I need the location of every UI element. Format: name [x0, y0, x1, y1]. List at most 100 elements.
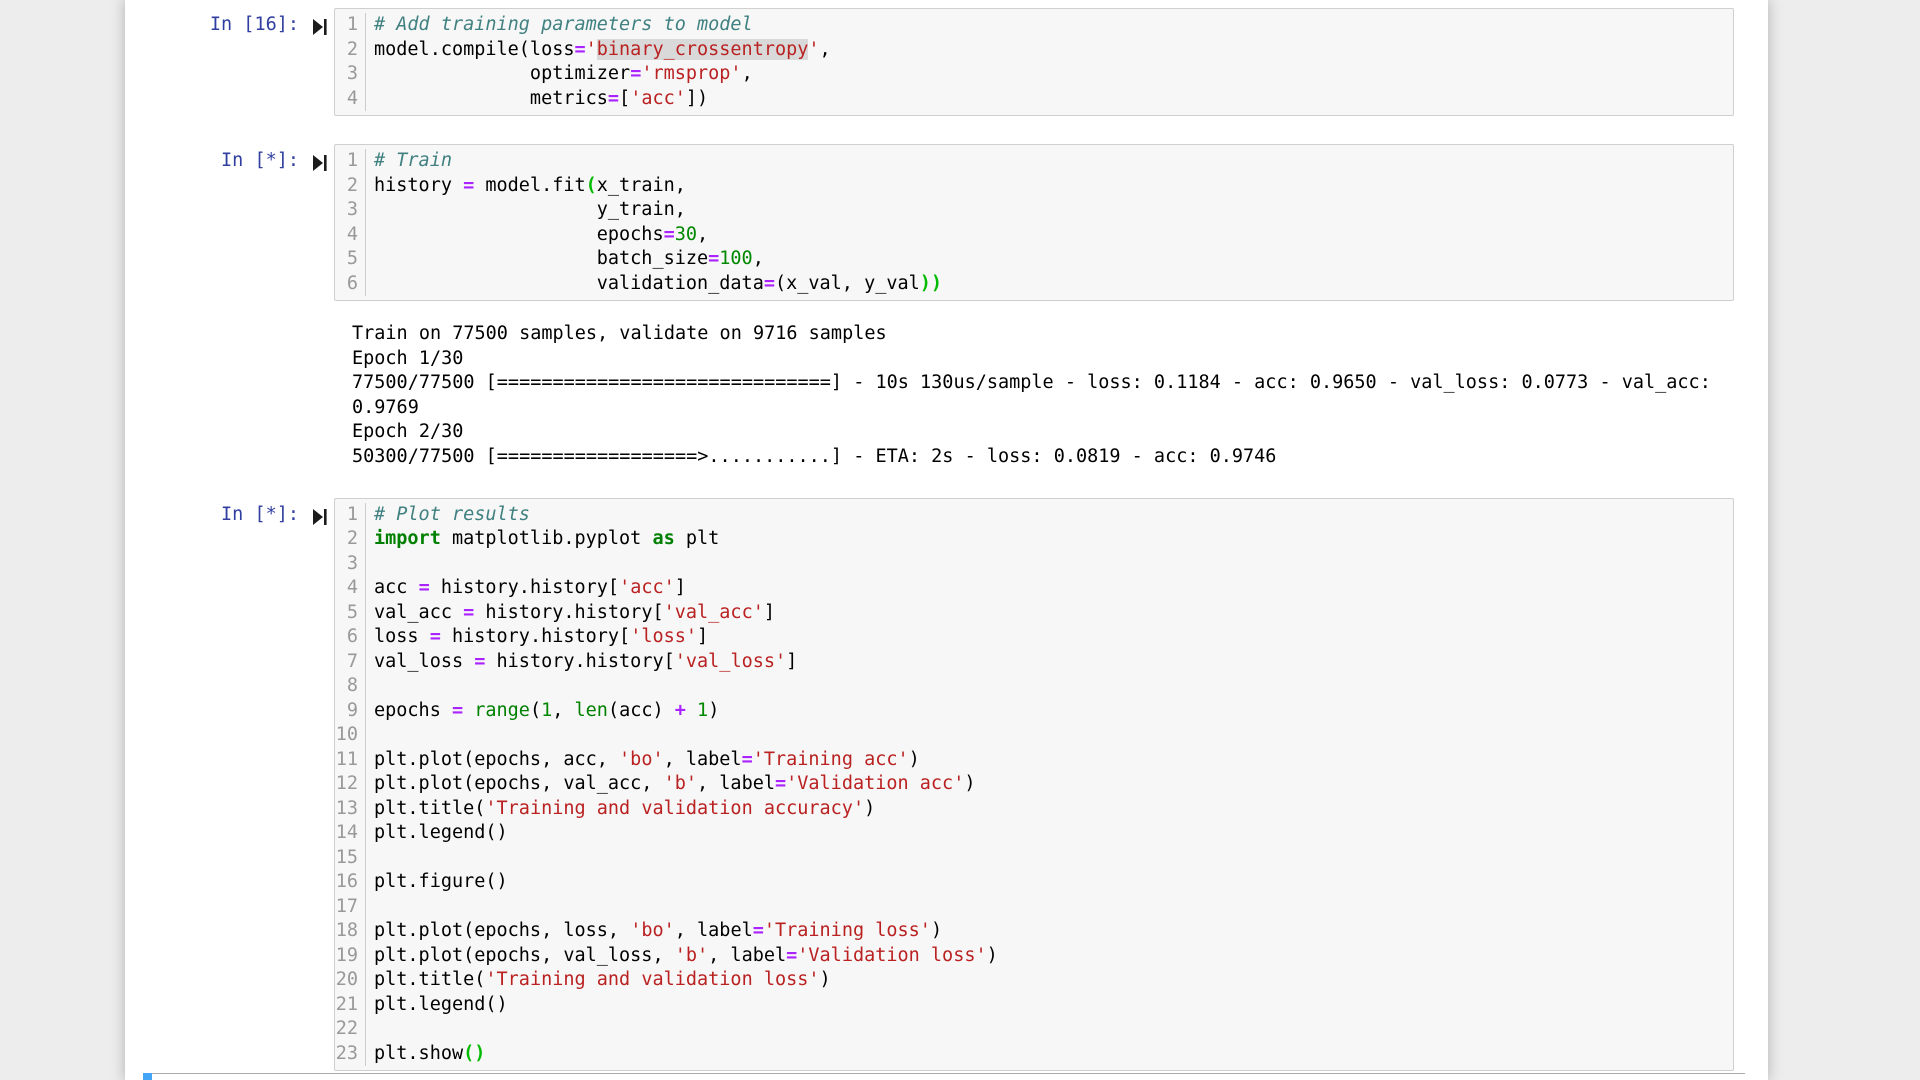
code-line: 3 — [335, 552, 1733, 577]
code-line: 4 epochs=30, — [335, 223, 1733, 248]
code-text — [366, 846, 374, 871]
code-text: batch_size=100, — [366, 247, 764, 272]
code-line: 5 batch_size=100, — [335, 247, 1733, 272]
code-editor[interactable]: 1# Add training parameters to model2mode… — [334, 8, 1734, 116]
code-text: metrics=['acc']) — [366, 87, 708, 112]
code-text: plt.plot(epochs, val_acc, 'b', label='Va… — [366, 772, 975, 797]
code-line: 3 y_train, — [335, 198, 1733, 223]
code-text — [366, 552, 374, 577]
line-number: 1 — [335, 503, 366, 528]
line-number: 4 — [335, 223, 366, 248]
line-number: 15 — [335, 846, 366, 871]
line-number: 2 — [335, 174, 366, 199]
run-cell-icon[interactable] — [311, 152, 329, 174]
code-line: 6 validation_data=(x_val, y_val)) — [335, 272, 1733, 297]
code-line: 21plt.legend() — [335, 993, 1733, 1018]
code-text: plt.title('Training and validation accur… — [366, 797, 875, 822]
code-text — [366, 674, 374, 699]
cell-2[interactable]: In [*]:1# Train2history = model.fit(x_tr… — [143, 144, 1734, 470]
selected-cell-left-bar — [143, 1073, 152, 1080]
code-text: # Train — [366, 149, 452, 174]
line-number: 7 — [335, 650, 366, 675]
run-cell-icon[interactable] — [311, 16, 329, 38]
code-text: history = model.fit(x_train, — [366, 174, 686, 199]
code-line: 7val_loss = history.history['val_loss'] — [335, 650, 1733, 675]
code-text — [366, 895, 374, 920]
code-text: val_acc = history.history['val_acc'] — [366, 601, 775, 626]
code-line: 18plt.plot(epochs, loss, 'bo', label='Tr… — [335, 919, 1733, 944]
code-line: 16plt.figure() — [335, 870, 1733, 895]
line-number: 16 — [335, 870, 366, 895]
code-text — [366, 723, 374, 748]
run-cell-icon[interactable] — [311, 506, 329, 528]
line-number: 13 — [335, 797, 366, 822]
code-line: 23plt.show() — [335, 1042, 1733, 1067]
cell-list: In [16]:1# Add training parameters to mo… — [143, 8, 1734, 1071]
next-cell-selected[interactable] — [143, 1073, 1745, 1080]
line-number: 19 — [335, 944, 366, 969]
line-number: 11 — [335, 748, 366, 773]
code-line: 2model.compile(loss='binary_crossentropy… — [335, 38, 1733, 63]
code-line: 22 — [335, 1017, 1733, 1042]
line-number: 1 — [335, 149, 366, 174]
code-line: 12plt.plot(epochs, val_acc, 'b', label='… — [335, 772, 1733, 797]
code-line: 15 — [335, 846, 1733, 871]
code-text: plt.plot(epochs, loss, 'bo', label='Trai… — [366, 919, 942, 944]
code-line: 1# Train — [335, 149, 1733, 174]
code-text: plt.plot(epochs, acc, 'bo', label='Train… — [366, 748, 920, 773]
line-number: 6 — [335, 625, 366, 650]
line-number: 3 — [335, 62, 366, 87]
code-text: plt.legend() — [366, 821, 508, 846]
code-line: 1# Add training parameters to model — [335, 13, 1733, 38]
code-text: plt.legend() — [366, 993, 508, 1018]
prompt-area: In [*]: — [143, 498, 334, 1072]
line-number: 2 — [335, 527, 366, 552]
code-cell-row: In [16]: 1# Add training parameters to mo… — [143, 8, 1734, 116]
code-line: 3 optimizer='rmsprop', — [335, 62, 1733, 87]
line-number: 8 — [335, 674, 366, 699]
line-number: 9 — [335, 699, 366, 724]
line-number: 5 — [335, 601, 366, 626]
code-text: plt.figure() — [366, 870, 508, 895]
code-text: plt.plot(epochs, val_loss, 'b', label='V… — [366, 944, 998, 969]
line-number: 2 — [335, 38, 366, 63]
code-line: 6loss = history.history['loss'] — [335, 625, 1733, 650]
cell-1[interactable]: In [16]: 1# Add training parameters to mo… — [143, 8, 1734, 116]
line-number: 3 — [335, 552, 366, 577]
code-text: loss = history.history['loss'] — [366, 625, 708, 650]
line-number: 22 — [335, 1017, 366, 1042]
code-cell-row: In [*]:1# Train2history = model.fit(x_tr… — [143, 144, 1734, 301]
code-text: optimizer='rmsprop', — [366, 62, 753, 87]
code-text: val_loss = history.history['val_loss'] — [366, 650, 797, 675]
code-line: 10 — [335, 723, 1733, 748]
code-line: 4 metrics=['acc']) — [335, 87, 1733, 112]
cell-output-text: Train on 77500 samples, validate on 9716… — [352, 322, 1734, 470]
line-number: 23 — [335, 1042, 366, 1067]
code-line: 4acc = history.history['acc'] — [335, 576, 1733, 601]
code-text: # Add training parameters to model — [366, 13, 753, 38]
line-number: 10 — [335, 723, 366, 748]
code-line: 8 — [335, 674, 1733, 699]
code-line: 14plt.legend() — [335, 821, 1733, 846]
code-editor[interactable]: 1# Plot results2import matplotlib.pyplot… — [334, 498, 1734, 1072]
code-text: plt.show() — [366, 1042, 485, 1067]
code-line: 1# Plot results — [335, 503, 1733, 528]
code-text — [366, 1017, 374, 1042]
code-cell-row: In [*]: 1# Plot results2import matplotlib… — [143, 498, 1734, 1072]
input-prompt: In [*]: — [221, 503, 311, 528]
input-prompt: In [16]: — [210, 13, 311, 38]
cell-3[interactable]: In [*]: 1# Plot results2import matplotlib… — [143, 498, 1734, 1072]
code-line: 9epochs = range(1, len(acc) + 1) — [335, 699, 1733, 724]
prompt-area: In [16]: — [143, 8, 334, 116]
line-number: 5 — [335, 247, 366, 272]
code-editor[interactable]: 1# Train2history = model.fit(x_train,3 y… — [334, 144, 1734, 301]
line-number: 3 — [335, 198, 366, 223]
code-line: 2import matplotlib.pyplot as plt — [335, 527, 1733, 552]
notebook-container: In [16]:1# Add training parameters to mo… — [125, 0, 1768, 1080]
code-text: epochs=30, — [366, 223, 708, 248]
code-text: validation_data=(x_val, y_val)) — [366, 272, 942, 297]
code-line: 5val_acc = history.history['val_acc'] — [335, 601, 1733, 626]
prompt-area: In [*]: — [143, 144, 334, 301]
code-text: epochs = range(1, len(acc) + 1) — [366, 699, 719, 724]
code-text: model.compile(loss='binary_crossentropy'… — [366, 38, 831, 63]
